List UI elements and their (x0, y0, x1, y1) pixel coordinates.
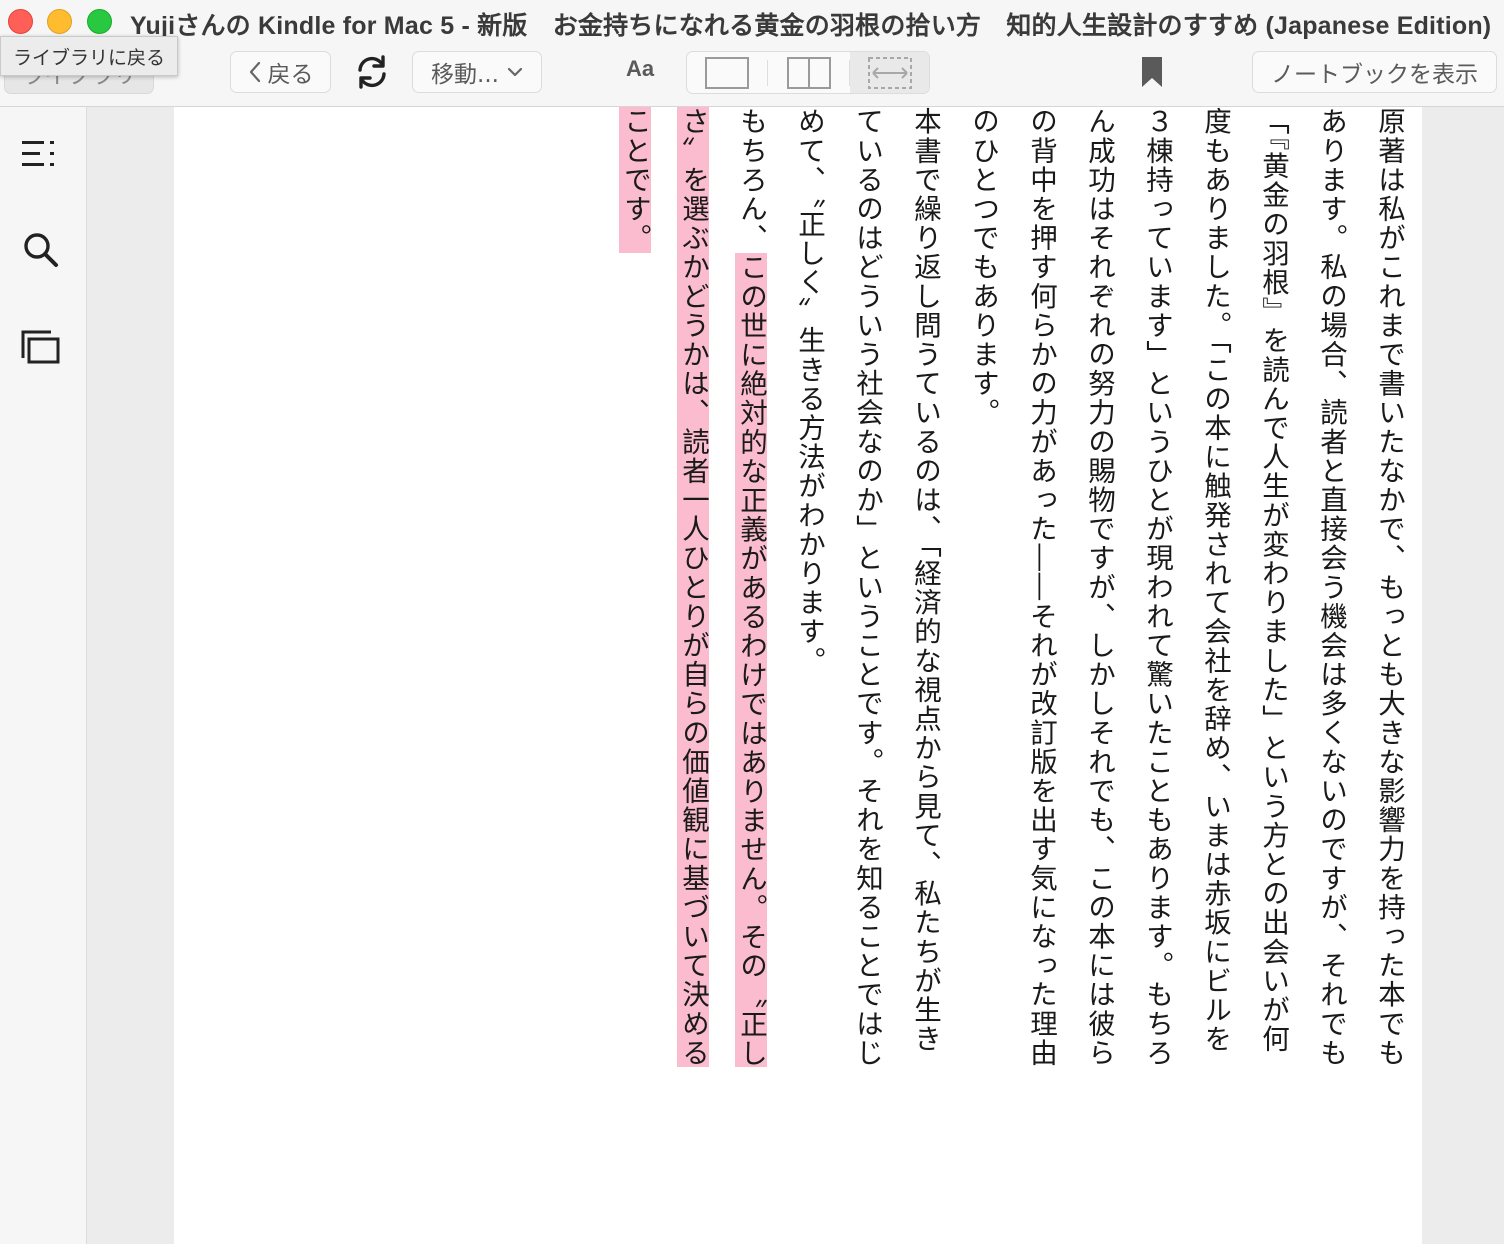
full-width-layout-button[interactable] (850, 52, 929, 93)
zoom-window-button[interactable] (87, 9, 112, 34)
show-notebook-button[interactable]: ノートブックを表示 (1252, 51, 1497, 93)
back-button[interactable]: 戻る (230, 51, 331, 93)
goto-label: 移動... (431, 62, 499, 88)
search-icon[interactable] (18, 227, 64, 273)
library-tooltip: ライブラリに戻る (0, 36, 179, 76)
single-page-layout-button[interactable] (687, 52, 767, 93)
two-page-layout-button[interactable] (768, 52, 849, 93)
paragraph: もちろん、この世に絶対的な正義があるわけではありません。その〝正しさ〟を選ぶかど… (606, 107, 780, 1082)
page-margin-left (86, 107, 174, 1244)
flashcards-icon[interactable] (18, 325, 64, 371)
two-page-layout-icon (786, 56, 831, 89)
bookmark-icon[interactable] (1140, 56, 1164, 88)
chevron-left-icon (249, 61, 260, 83)
table-of-contents-icon[interactable] (18, 133, 64, 179)
back-label: 戻る (267, 62, 314, 88)
goto-menu-button[interactable]: 移動... (412, 51, 542, 93)
paragraph-text: もちろん、 (735, 107, 767, 253)
sync-icon[interactable] (352, 52, 392, 92)
page-layout-selector (686, 51, 930, 94)
book-text[interactable]: 原著は私がこれまで書いたなかで、もっとも大きな影響力を持った本でもあります。私の… (606, 107, 1418, 1082)
chevron-down-icon (507, 67, 523, 77)
minimize-window-button[interactable] (47, 9, 72, 34)
window-title: Yujiさんの Kindle for Mac 5 - 新版 お金持ちになれる黄金… (130, 12, 1492, 40)
paragraph: 本書で繰り返し問うているのは、「経済的な視点から見て、私たちが生きているのはどう… (793, 107, 941, 1068)
page-margin-right (1422, 107, 1504, 1244)
close-window-button[interactable] (8, 9, 33, 34)
font-settings-button[interactable]: Aa (626, 56, 654, 82)
single-page-layout-icon (705, 56, 749, 89)
paragraph: 原著は私がこれまで書いたなかで、もっとも大きな影響力を持った本でもあります。私の… (967, 107, 1405, 1068)
left-sidebar (0, 107, 86, 1244)
full-width-layout-icon (867, 56, 912, 89)
window-toolbar: Yujiさんの Kindle for Mac 5 - 新版 お金持ちになれる黄金… (0, 0, 1504, 107)
